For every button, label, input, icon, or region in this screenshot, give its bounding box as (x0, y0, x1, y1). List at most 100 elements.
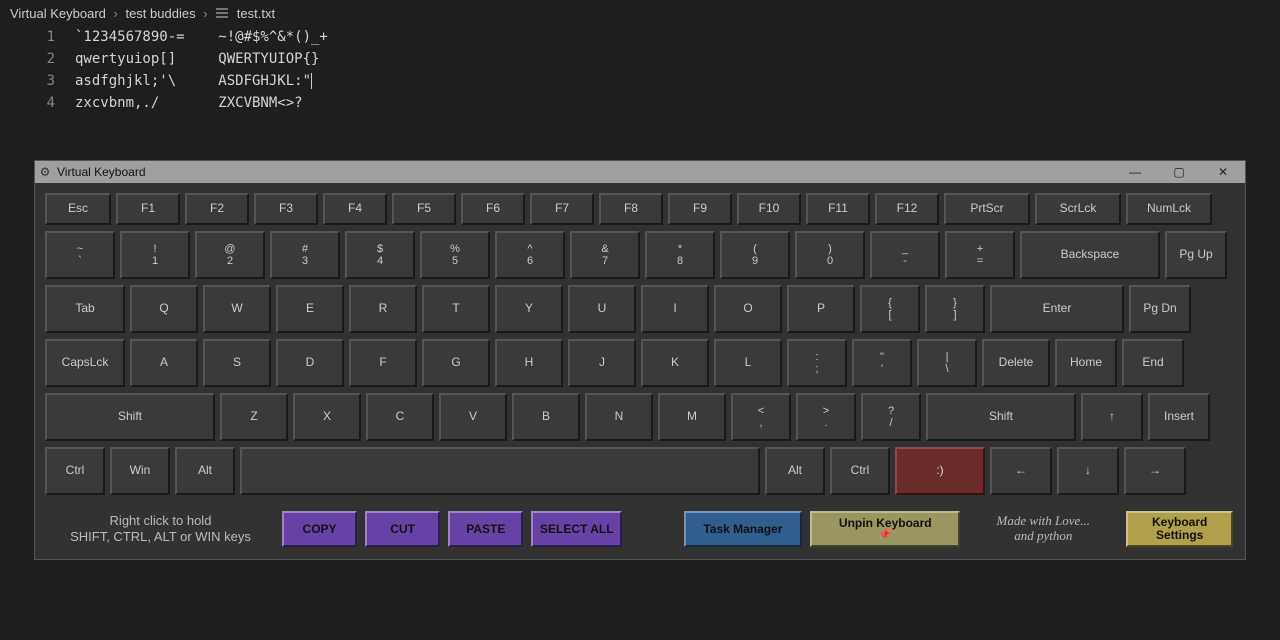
key-ctrl-right[interactable]: Ctrl (830, 447, 890, 495)
breadcrumb-root[interactable]: Virtual Keyboard (10, 6, 106, 21)
key-bracket-open[interactable]: {[ (860, 285, 920, 333)
close-button[interactable]: ✕ (1201, 165, 1245, 179)
key-shift-right[interactable]: Shift (926, 393, 1076, 441)
key-win[interactable]: Win (110, 447, 170, 495)
key-f[interactable]: F (349, 339, 417, 387)
key-ctrl-left[interactable]: Ctrl (45, 447, 105, 495)
code-text[interactable]: qwertyuiop[] QWERTYUIOP{} (75, 48, 319, 70)
key--[interactable]: _- (870, 231, 940, 279)
key-esc[interactable]: Esc (45, 193, 111, 225)
key-quote[interactable]: "' (852, 339, 912, 387)
key-arrow-up[interactable]: ↑ (1081, 393, 1143, 441)
key-space[interactable] (240, 447, 760, 495)
key-g[interactable]: G (422, 339, 490, 387)
key-0[interactable]: )0 (795, 231, 865, 279)
key-r[interactable]: R (349, 285, 417, 333)
key-f6[interactable]: F6 (461, 193, 525, 225)
key-v[interactable]: V (439, 393, 507, 441)
breadcrumb-folder[interactable]: test buddies (125, 6, 195, 21)
key-d[interactable]: D (276, 339, 344, 387)
key-i[interactable]: I (641, 285, 709, 333)
key-m[interactable]: M (658, 393, 726, 441)
key-arrow-down[interactable]: ↓ (1057, 447, 1119, 495)
titlebar[interactable]: ⚙ Virtual Keyboard — ▢ ✕ (35, 161, 1245, 183)
key-p[interactable]: P (787, 285, 855, 333)
key-comma[interactable]: <, (731, 393, 791, 441)
key-a[interactable]: A (130, 339, 198, 387)
key-f1[interactable]: F1 (116, 193, 180, 225)
key-backspace[interactable]: Backspace (1020, 231, 1160, 279)
key-f4[interactable]: F4 (323, 193, 387, 225)
code-text[interactable]: zxcvbnm,./ ZXCVBNM<>? (75, 92, 303, 114)
maximize-button[interactable]: ▢ (1157, 165, 1201, 179)
key-semicolon[interactable]: :; (787, 339, 847, 387)
key-alt-left[interactable]: Alt (175, 447, 235, 495)
key-arrow-left[interactable]: ← (990, 447, 1052, 495)
key-q[interactable]: Q (130, 285, 198, 333)
code-text[interactable]: asdfghjkl;'\ ASDFGHJKL:" (75, 70, 312, 92)
key-7[interactable]: &7 (570, 231, 640, 279)
key-9[interactable]: (9 (720, 231, 790, 279)
key-5[interactable]: %5 (420, 231, 490, 279)
key-enter[interactable]: Enter (990, 285, 1124, 333)
key-1[interactable]: !1 (120, 231, 190, 279)
key-bracket-close[interactable]: }] (925, 285, 985, 333)
key-3[interactable]: #3 (270, 231, 340, 279)
key-h[interactable]: H (495, 339, 563, 387)
paste-button[interactable]: PASTE (448, 511, 523, 547)
key-end[interactable]: End (1122, 339, 1184, 387)
key-home[interactable]: Home (1055, 339, 1117, 387)
key-`[interactable]: ~` (45, 231, 115, 279)
key-c[interactable]: C (366, 393, 434, 441)
key-f8[interactable]: F8 (599, 193, 663, 225)
minimize-button[interactable]: — (1113, 165, 1157, 179)
key-8[interactable]: *8 (645, 231, 715, 279)
key-y[interactable]: Y (495, 285, 563, 333)
key-f12[interactable]: F12 (875, 193, 939, 225)
key-shift-left[interactable]: Shift (45, 393, 215, 441)
key-z[interactable]: Z (220, 393, 288, 441)
breadcrumb-file[interactable]: test.txt (237, 6, 275, 21)
key-f9[interactable]: F9 (668, 193, 732, 225)
key-f2[interactable]: F2 (185, 193, 249, 225)
key-capslock[interactable]: CapsLck (45, 339, 125, 387)
key-2[interactable]: @2 (195, 231, 265, 279)
key-smiley[interactable]: :) (895, 447, 985, 495)
key-f7[interactable]: F7 (530, 193, 594, 225)
key-w[interactable]: W (203, 285, 271, 333)
key-slash[interactable]: ?/ (861, 393, 921, 441)
key-scrlck[interactable]: ScrLck (1035, 193, 1121, 225)
key-f11[interactable]: F11 (806, 193, 870, 225)
key-s[interactable]: S (203, 339, 271, 387)
key-u[interactable]: U (568, 285, 636, 333)
key-j[interactable]: J (568, 339, 636, 387)
key-6[interactable]: ^6 (495, 231, 565, 279)
key-e[interactable]: E (276, 285, 344, 333)
key-o[interactable]: O (714, 285, 782, 333)
key-arrow-right[interactable]: → (1124, 447, 1186, 495)
key-f5[interactable]: F5 (392, 193, 456, 225)
key-alt-right[interactable]: Alt (765, 447, 825, 495)
breadcrumb[interactable]: Virtual Keyboard › test buddies › test.t… (0, 0, 1280, 26)
code-line[interactable]: 3asdfghjkl;'\ ASDFGHJKL:" (0, 70, 1280, 92)
key-l[interactable]: L (714, 339, 782, 387)
key-f3[interactable]: F3 (254, 193, 318, 225)
key-x[interactable]: X (293, 393, 361, 441)
key-=[interactable]: += (945, 231, 1015, 279)
key-backslash[interactable]: |\ (917, 339, 977, 387)
code-line[interactable]: 2qwertyuiop[] QWERTYUIOP{} (0, 48, 1280, 70)
key-insert[interactable]: Insert (1148, 393, 1210, 441)
key-period[interactable]: >. (796, 393, 856, 441)
key-t[interactable]: T (422, 285, 490, 333)
key-tab[interactable]: Tab (45, 285, 125, 333)
key-k[interactable]: K (641, 339, 709, 387)
copy-button[interactable]: COPY (282, 511, 357, 547)
cut-button[interactable]: CUT (365, 511, 440, 547)
code-text[interactable]: `1234567890-= ~!@#$%^&*()_+ (75, 26, 328, 48)
key-n[interactable]: N (585, 393, 653, 441)
key-4[interactable]: $4 (345, 231, 415, 279)
key-b[interactable]: B (512, 393, 580, 441)
key-numlck[interactable]: NumLck (1126, 193, 1212, 225)
keyboard-settings-button[interactable]: Keyboard Settings (1126, 511, 1233, 547)
key-prtscr[interactable]: PrtScr (944, 193, 1030, 225)
